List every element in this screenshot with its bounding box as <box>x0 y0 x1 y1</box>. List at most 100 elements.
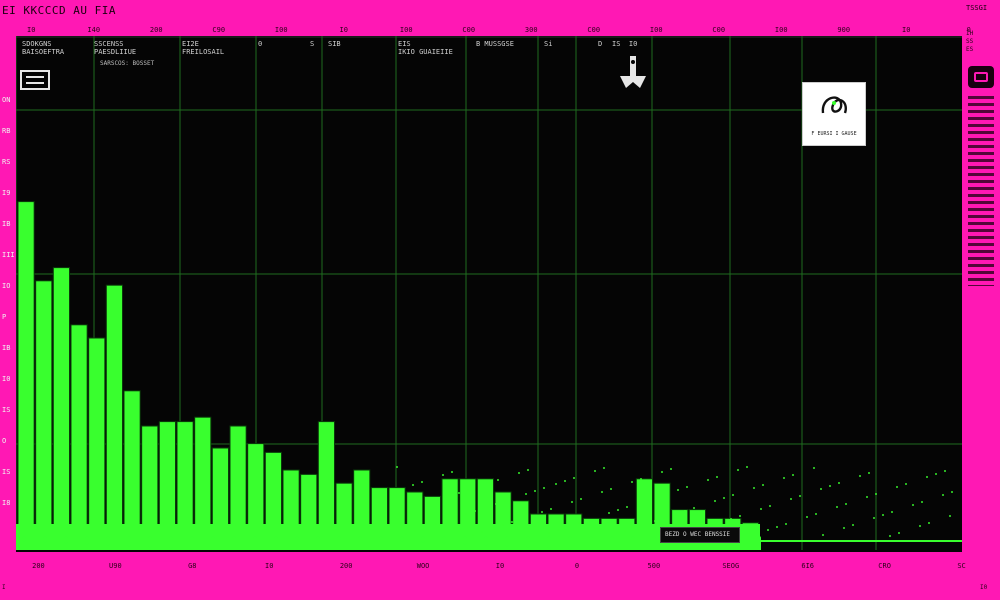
monitor-icon[interactable] <box>968 66 994 88</box>
speckle <box>785 523 787 525</box>
speckle <box>580 498 582 500</box>
bottom-tick-label: SC <box>957 562 966 570</box>
bottom-tick-row: 200 U90 G8 I0 200 WOO I0 0 500 SEOG 6I6 CRO SC <box>0 562 1000 576</box>
speckle <box>647 499 649 501</box>
speckle <box>398 512 400 514</box>
speckle <box>852 524 854 526</box>
speckle <box>435 523 437 525</box>
speckle <box>603 467 605 469</box>
speckle <box>732 494 734 496</box>
status-badge: BEZD O WEC BENSSIE <box>660 527 740 543</box>
speckle <box>769 505 771 507</box>
bar <box>105 284 124 537</box>
speckle <box>898 532 900 534</box>
wrench-icon[interactable] <box>616 54 650 94</box>
speckle <box>437 499 439 501</box>
speckle <box>631 481 633 483</box>
speckle <box>467 489 469 491</box>
logo-mark-icon <box>821 96 847 114</box>
drip <box>43 536 47 543</box>
drip <box>505 536 509 547</box>
left-axis-label: IS <box>2 406 11 414</box>
rail-title: TSSGI <box>966 4 988 12</box>
speckle <box>730 518 732 520</box>
speckle <box>896 486 898 488</box>
bottom-tick-label: SEOG <box>722 562 740 570</box>
drip <box>442 536 446 544</box>
left-axis-label: I8 <box>2 499 11 507</box>
speckle <box>449 495 451 497</box>
top-tick-label: I00 <box>774 26 788 34</box>
speckle <box>919 525 921 527</box>
brand-logo: F EURSI I GAUSE <box>802 82 866 146</box>
speckle <box>465 513 467 515</box>
speckle <box>654 520 656 522</box>
left-axis-label: IS <box>2 468 11 476</box>
footer-left-label: I <box>2 584 6 591</box>
speckle <box>792 474 794 476</box>
left-axis-label: RB <box>2 127 11 135</box>
bar <box>317 421 336 537</box>
speckle <box>601 491 603 493</box>
column-header: SIB <box>328 40 341 48</box>
speckle <box>905 483 907 485</box>
top-tick-label: I00 <box>274 26 288 34</box>
speckle <box>414 530 416 532</box>
left-axis-label: III <box>2 251 15 259</box>
left-axis-labels: ON RB RS I9 IB III IO P IB I0 IS O IS I8 <box>0 96 18 536</box>
top-tick-label: I0 <box>27 26 36 34</box>
speckle <box>564 480 566 482</box>
speckle <box>868 472 870 474</box>
rail-tag: SS <box>966 38 974 45</box>
top-tick-label: I0 <box>339 26 348 34</box>
bottom-tick-label: I0 <box>495 562 505 570</box>
speckle <box>458 492 460 494</box>
speckle <box>776 526 778 528</box>
left-axis-label: O <box>2 437 7 445</box>
speckle <box>405 533 407 535</box>
speckle <box>550 508 552 510</box>
drip <box>169 536 173 549</box>
speckle <box>525 493 527 495</box>
speckle <box>488 482 490 484</box>
speckle <box>928 522 930 524</box>
speckle <box>670 468 672 470</box>
drip <box>253 536 257 550</box>
bar <box>158 421 176 537</box>
logo-text: F EURSI I GAUSE <box>811 131 857 137</box>
bar <box>229 425 247 537</box>
bar <box>194 416 212 537</box>
column-header: Si <box>544 40 553 48</box>
drip <box>610 536 614 550</box>
speckle <box>481 531 483 533</box>
column-header: EI2E FREILOSAIL <box>182 40 225 56</box>
chip-icon[interactable] <box>20 70 50 90</box>
speckle <box>723 497 725 499</box>
speckle <box>396 466 398 468</box>
badge-text: BEZD O WEC BENSSIE <box>665 531 731 538</box>
speckle <box>490 528 492 530</box>
speckle <box>845 503 847 505</box>
bar <box>17 201 35 537</box>
speckle <box>502 524 504 526</box>
speckle <box>891 511 893 513</box>
column-header: B MUSSGSE <box>476 40 514 48</box>
speckle <box>442 474 444 476</box>
speckle <box>474 510 476 512</box>
speckle <box>451 471 453 473</box>
speckle <box>942 494 944 496</box>
speckle <box>935 473 937 475</box>
rail-tag: IH <box>966 30 974 37</box>
bar <box>52 267 70 537</box>
drip <box>211 536 215 550</box>
speckle <box>912 504 914 506</box>
top-tick-label: C90 <box>212 26 226 34</box>
speckle <box>656 496 658 498</box>
column-header: 0 <box>258 40 263 48</box>
drip <box>421 536 425 543</box>
speckle <box>760 508 762 510</box>
speckle <box>882 514 884 516</box>
left-axis-label: IB <box>2 220 11 228</box>
bar <box>211 447 229 537</box>
bar <box>176 421 194 537</box>
